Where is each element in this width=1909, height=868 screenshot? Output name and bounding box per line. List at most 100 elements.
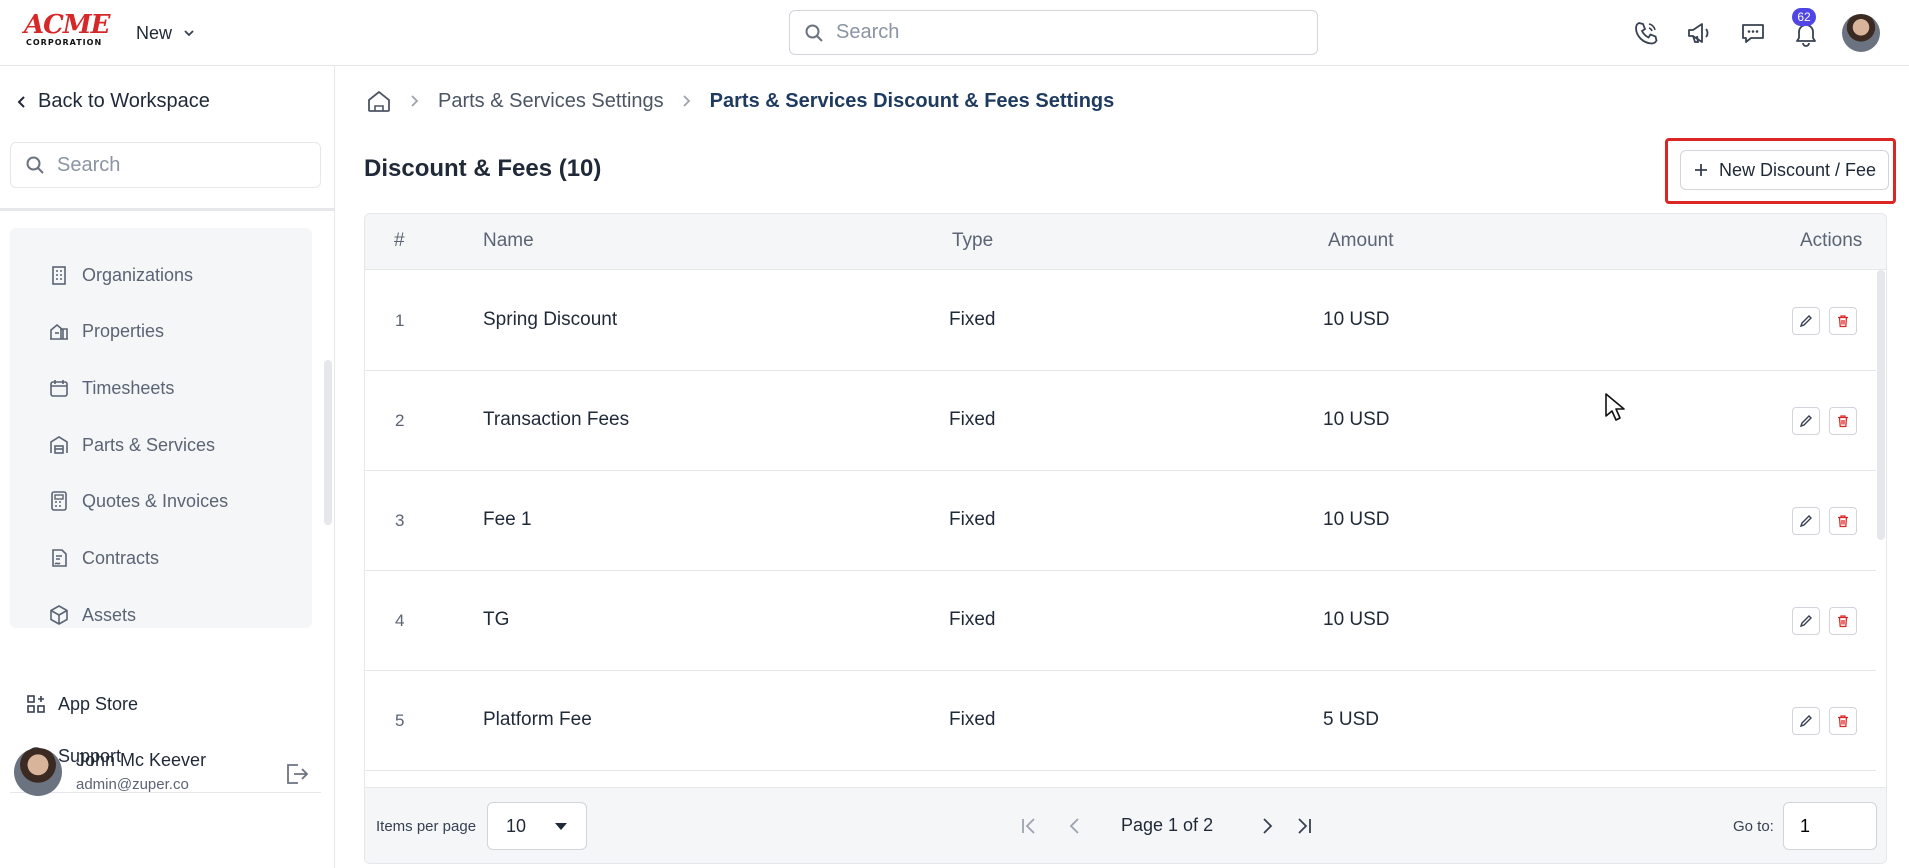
user-avatar-top[interactable] [1842, 14, 1880, 52]
new-menu-button[interactable]: New [136, 20, 196, 46]
sidebar-item-parts-services[interactable]: Parts & Services [48, 430, 215, 460]
first-page-icon [1022, 818, 1035, 834]
row-type: Fixed [949, 309, 996, 330]
trash-icon [1838, 415, 1848, 428]
sidebar-item-quotes-invoices[interactable]: Quotes & Invoices [48, 486, 228, 516]
row-name: Fee 1 [483, 509, 532, 530]
edit-button[interactable] [1792, 707, 1820, 735]
sidebar-item-contracts[interactable]: Contracts [48, 543, 159, 573]
row-number: 1 [395, 311, 405, 330]
phone-icon[interactable] [1630, 17, 1662, 49]
last-page-button[interactable] [1290, 812, 1318, 840]
sidebar-item-timesheets[interactable]: Timesheets [48, 373, 174, 403]
table-row[interactable]: 1 Spring Discount Fixed 10 USD [365, 271, 1876, 371]
mouse-cursor-icon [1605, 393, 1625, 421]
trash-icon [1838, 315, 1848, 328]
table-row[interactable]: 2 Transaction Fees Fixed 10 USD [365, 371, 1876, 471]
acme-logo[interactable]: ACME CORPORATION [24, 12, 110, 48]
page-indicator: Page 1 of 2 [1121, 815, 1214, 835]
table-row[interactable]: 4 TG Fixed 10 USD [365, 571, 1876, 671]
breadcrumb-parts-services-settings[interactable]: Parts & Services Settings [438, 90, 664, 113]
sidebar-item-organizations[interactable]: Organizations [48, 260, 193, 290]
pencil-icon [1799, 315, 1812, 328]
column-header-name[interactable]: Name [483, 230, 534, 252]
global-search-input[interactable] [836, 21, 1276, 44]
next-page-button[interactable] [1253, 812, 1281, 840]
column-header-type[interactable]: Type [952, 230, 993, 252]
megaphone-icon[interactable] [1683, 17, 1715, 49]
row-number: 4 [395, 611, 405, 630]
trash-icon [1838, 615, 1848, 628]
logo-main-text: ACME [24, 10, 110, 40]
home-icon[interactable] [366, 88, 392, 114]
calculator-icon [51, 491, 67, 511]
delete-button[interactable] [1829, 407, 1857, 435]
logout-icon[interactable] [282, 760, 310, 788]
chevron-down-icon [184, 30, 194, 37]
global-search[interactable] [789, 10, 1318, 55]
edit-button[interactable] [1792, 607, 1820, 635]
chevron-right-icon [1263, 818, 1273, 834]
table-row[interactable]: 3 Fee 1 Fixed 10 USD [365, 471, 1876, 571]
user-name: John Mc Keever [76, 750, 207, 770]
table-scrollbar[interactable] [1877, 270, 1885, 540]
delete-button[interactable] [1829, 507, 1857, 535]
app-store-icon [27, 695, 45, 713]
row-amount: 10 USD [1323, 409, 1390, 430]
row-number: 3 [395, 511, 405, 530]
sidebar-item-properties[interactable]: Properties [48, 316, 164, 346]
goto-label: Go to: [1733, 818, 1774, 835]
back-to-workspace-link[interactable]: Back to Workspace [16, 90, 210, 113]
page-title: Discount & Fees (10) [364, 155, 602, 182]
pencil-icon [1799, 415, 1812, 428]
box-icon [50, 605, 68, 625]
sidebar-search[interactable] [10, 142, 321, 188]
properties-icon [50, 323, 68, 340]
row-amount: 5 USD [1323, 709, 1379, 730]
first-page-button[interactable] [1015, 812, 1043, 840]
sidebar-search-input[interactable] [57, 153, 297, 177]
breadcrumb: Parts & Services Settings Parts & Servic… [366, 88, 1114, 114]
top-bar: ACME CORPORATION New 62 [0, 0, 1909, 66]
sidebar-scrollbar[interactable] [324, 360, 332, 525]
chat-icon[interactable] [1737, 17, 1769, 49]
search-icon [805, 24, 823, 42]
column-header-amount[interactable]: Amount [1328, 230, 1393, 252]
sidebar-item-label: Quotes & Invoices [82, 490, 229, 511]
sidebar-item-label: Contracts [82, 547, 160, 568]
items-per-page-value: 10 [506, 815, 527, 836]
goto-page-input[interactable] [1783, 802, 1877, 850]
sidebar-item-label: Parts & Services [82, 434, 216, 455]
trash-icon [1838, 715, 1848, 728]
chevron-left-icon [17, 95, 25, 108]
plus-icon [1694, 164, 1707, 176]
delete-button[interactable] [1829, 707, 1857, 735]
new-menu-label: New [136, 22, 173, 43]
row-number: 2 [395, 411, 405, 430]
items-per-page-select[interactable]: 10 [487, 802, 587, 850]
user-avatar[interactable] [14, 748, 62, 796]
column-header-actions: Actions [1800, 230, 1863, 251]
app-store-link[interactable]: App Store [26, 689, 138, 719]
sidebar: Back to Workspace Organizations Properti… [0, 66, 335, 868]
table-row[interactable]: 5 Platform Fee Fixed 5 USD [365, 671, 1876, 771]
new-discount-fee-button[interactable]: New Discount / Fee [1680, 150, 1889, 190]
edit-button[interactable] [1792, 407, 1820, 435]
table-header: # Name Type Amount Actions [365, 214, 1886, 270]
delete-button[interactable] [1829, 307, 1857, 335]
sidebar-item-assets[interactable]: Assets [48, 600, 136, 630]
delete-button[interactable] [1829, 607, 1857, 635]
sidebar-item-label: Properties [82, 320, 165, 341]
new-discount-fee-label: New Discount / Fee [1718, 159, 1877, 180]
caret-down-icon [555, 823, 567, 830]
row-type: Fixed [949, 609, 996, 630]
edit-button[interactable] [1792, 507, 1820, 535]
row-name: Transaction Fees [483, 409, 630, 430]
last-page-icon [1298, 818, 1311, 834]
calendar-icon [50, 380, 68, 397]
sidebar-nav: Organizations Properties Timesheets Part… [10, 228, 312, 628]
pencil-icon [1799, 515, 1812, 528]
edit-button[interactable] [1792, 307, 1820, 335]
search-icon [26, 156, 44, 174]
previous-page-button[interactable] [1061, 812, 1089, 840]
